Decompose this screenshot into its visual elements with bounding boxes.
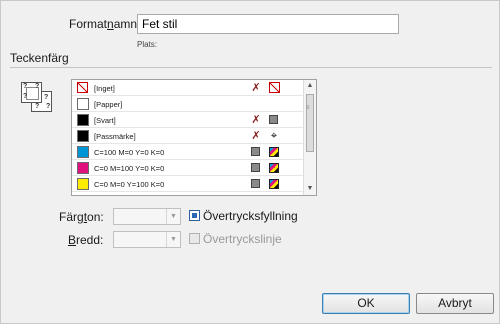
swatch-name: C=0 M=100 Y=0 K=0 xyxy=(94,164,165,173)
character-color-dialog: Formatnamn: Plats: Teckenfärg ? ? ? ? ? … xyxy=(0,0,500,324)
swatch-chip xyxy=(77,146,89,158)
unknown-fill-icon: ? xyxy=(23,83,28,90)
format-name-input[interactable] xyxy=(137,14,399,34)
swatch-chip xyxy=(77,178,89,190)
swatch-name: [Papper] xyxy=(94,100,123,109)
non-editable-icon: ✗ xyxy=(251,82,261,94)
unknown-fill-icon: ? xyxy=(35,83,40,90)
swatch-chip xyxy=(77,162,89,174)
cmyk-mode-icon xyxy=(269,147,279,157)
scroll-thumb[interactable] xyxy=(306,94,314,152)
swatch-chip xyxy=(77,114,89,126)
none-color-icon xyxy=(269,82,280,93)
cmyk-mode-icon xyxy=(269,163,279,173)
non-editable-icon: ✗ xyxy=(251,114,261,126)
section-title: Teckenfärg xyxy=(10,51,69,65)
cancel-button[interactable]: Avbryt xyxy=(416,293,494,314)
swatch-name: [Inget] xyxy=(94,84,115,93)
process-color-icon xyxy=(251,147,260,156)
unknown-stroke-icon: ? xyxy=(35,103,40,110)
swatch-name: [Passmärke] xyxy=(94,132,136,141)
non-editable-icon: ✗ xyxy=(251,130,261,142)
swatch-chip xyxy=(77,98,89,110)
format-name-label: Formatnamn: xyxy=(69,17,141,31)
overprint-stroke-checkbox[interactable] xyxy=(189,233,200,244)
spot-color-icon xyxy=(269,115,278,124)
swatch-name: C=100 M=0 Y=0 K=0 xyxy=(94,148,165,157)
overprint-fill-label[interactable]: Övertrycksfyllning xyxy=(203,209,298,223)
swatch-row-none[interactable]: [Inget] ✗ xyxy=(72,80,304,96)
scroll-grip-icon: ≡ xyxy=(306,105,310,111)
cmyk-mode-icon xyxy=(269,179,279,189)
location-label: Plats: xyxy=(137,40,158,49)
fill-stroke-toggle[interactable]: ? ? ? ? ? ? xyxy=(18,79,56,115)
unknown-fill-icon: ? xyxy=(23,93,28,100)
chevron-down-icon[interactable]: ▼ xyxy=(166,232,180,247)
unknown-stroke-icon: ? xyxy=(44,94,49,101)
tint-label: Färgton: xyxy=(59,210,104,224)
swatch-row-black[interactable]: [Svart] ✗ xyxy=(72,112,304,128)
swatch-row-magenta[interactable]: C=0 M=100 Y=0 K=0 xyxy=(72,160,304,176)
swatch-list-scrollbar[interactable]: ▲ ≡ ▼ xyxy=(303,80,316,195)
swatch-row-paper[interactable]: [Papper] xyxy=(72,96,304,112)
chevron-down-icon[interactable]: ▼ xyxy=(166,209,180,224)
scroll-down-arrow-icon[interactable]: ▼ xyxy=(304,183,316,195)
swatch-list[interactable]: [Inget] ✗ [Papper] [Svart] ✗ [Passmärke]… xyxy=(71,79,317,196)
unknown-stroke-icon: ? xyxy=(46,103,51,110)
section-divider xyxy=(10,67,492,68)
swatch-name: [Svart] xyxy=(94,116,116,125)
overprint-stroke-label[interactable]: Övertryckslinje xyxy=(203,232,282,246)
process-color-icon xyxy=(251,179,260,188)
scroll-up-arrow-icon[interactable]: ▲ xyxy=(304,80,316,92)
registration-target-icon: ⌖ xyxy=(270,130,278,142)
weight-dropdown[interactable]: ▼ xyxy=(113,231,181,248)
none-swatch-chip xyxy=(77,82,88,93)
ok-button[interactable]: OK xyxy=(322,293,410,314)
overprint-fill-checkbox[interactable] xyxy=(189,210,200,221)
swatch-row-yellow[interactable]: C=0 M=0 Y=100 K=0 xyxy=(72,176,304,192)
swatch-chip xyxy=(77,130,89,142)
swatch-name: C=0 M=0 Y=100 K=0 xyxy=(94,180,165,189)
swatch-row-registration[interactable]: [Passmärke] ✗ ⌖ xyxy=(72,128,304,144)
tint-dropdown[interactable]: ▼ xyxy=(113,208,181,225)
weight-label: Bredd: xyxy=(68,233,104,247)
swatch-row-cyan[interactable]: C=100 M=0 Y=0 K=0 xyxy=(72,144,304,160)
process-color-icon xyxy=(251,163,260,172)
